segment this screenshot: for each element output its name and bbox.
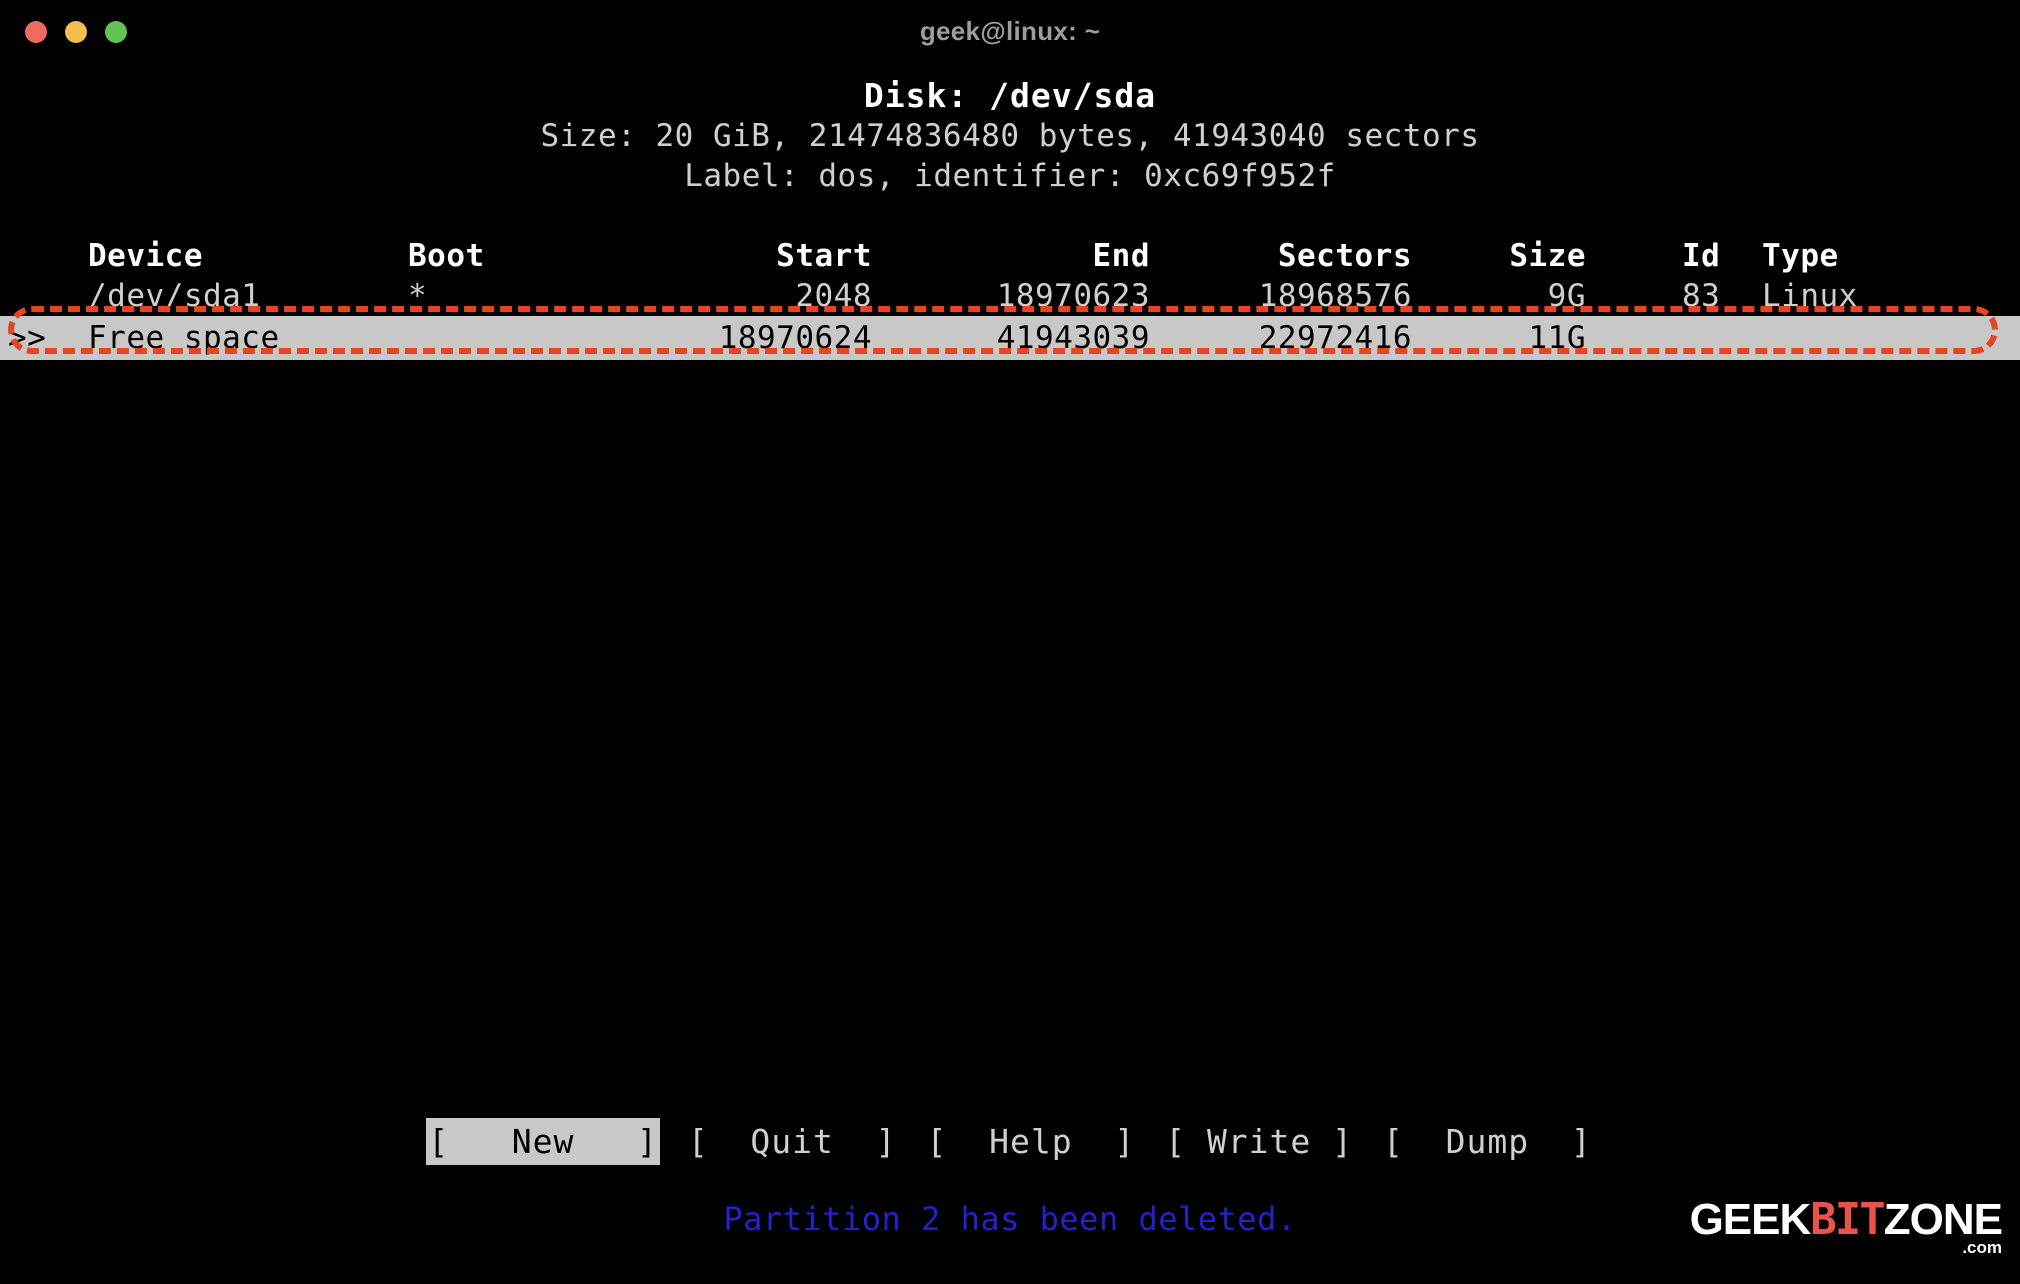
- column-header-size: Size: [1509, 238, 1586, 274]
- watermark-logo: GEEKBITZONE .com: [1689, 1194, 2003, 1257]
- disk-size-line: Size: 20 GiB, 21474836480 bytes, 4194304…: [540, 118, 1480, 154]
- new-button[interactable]: [ New ]: [426, 1118, 660, 1165]
- disk-title: Disk: /dev/sda: [863, 76, 1157, 115]
- cell-device: /dev/sda1: [88, 278, 261, 314]
- row-marker: >>: [8, 320, 47, 356]
- cell-sectors: 18968576: [1258, 278, 1412, 314]
- table-header-row: Device Boot Start End Sectors Size Id Ty…: [0, 236, 2020, 276]
- watermark-zone: ZONE: [1883, 1195, 2003, 1244]
- cell-id: 83: [1682, 278, 1721, 314]
- column-header-type: Type: [1762, 238, 1839, 274]
- table-row-free-space[interactable]: >> Free space 18970624 41943039 22972416…: [0, 316, 2020, 360]
- window-title: geek@linux: ~: [919, 16, 1101, 46]
- column-header-boot: Boot: [408, 238, 485, 274]
- title-bar: geek@linux: ~: [0, 0, 2020, 58]
- help-button[interactable]: [ Help ]: [925, 1118, 1138, 1165]
- cell-type: Linux: [1762, 278, 1858, 314]
- cell-sectors: 22972416: [1258, 320, 1412, 356]
- column-header-end: End: [1092, 238, 1150, 274]
- dump-button[interactable]: [ Dump ]: [1381, 1118, 1594, 1165]
- cell-size: 9G: [1547, 278, 1586, 314]
- watermark-bit: BIT: [1810, 1194, 1885, 1245]
- cell-end: 41943039: [996, 320, 1150, 356]
- column-header-device: Device: [88, 238, 203, 274]
- watermark-geek: GEEK: [1689, 1195, 1812, 1244]
- cell-end: 18970623: [996, 278, 1150, 314]
- table-row-sda1[interactable]: /dev/sda1 * 2048 18970623 18968576 9G 83…: [0, 276, 2020, 316]
- cell-boot: *: [408, 278, 428, 314]
- cell-size: 11G: [1528, 320, 1586, 356]
- column-header-sectors: Sectors: [1277, 238, 1412, 274]
- column-header-id: Id: [1682, 238, 1721, 274]
- column-header-start: Start: [776, 238, 872, 274]
- quit-button[interactable]: [ Quit ]: [686, 1118, 899, 1165]
- cell-start: 18970624: [718, 320, 872, 356]
- partition-table: Device Boot Start End Sectors Size Id Ty…: [0, 236, 2020, 360]
- cell-device: Free space: [88, 320, 280, 356]
- cell-start: 2048: [795, 278, 872, 314]
- disk-info-header: Disk: /dev/sda Size: 20 GiB, 21474836480…: [0, 76, 2020, 196]
- write-button[interactable]: [ Write ]: [1163, 1118, 1355, 1165]
- disk-label-line: Label: dos, identifier: 0xc69f952f: [684, 158, 1336, 194]
- menu-bar: [ New ] [ Quit ] [ Help ] [ Write ] [ Dump ]: [0, 1118, 2020, 1165]
- terminal-window: geek@linux: ~ Disk: /dev/sda Size: 20 Gi…: [0, 0, 2020, 1284]
